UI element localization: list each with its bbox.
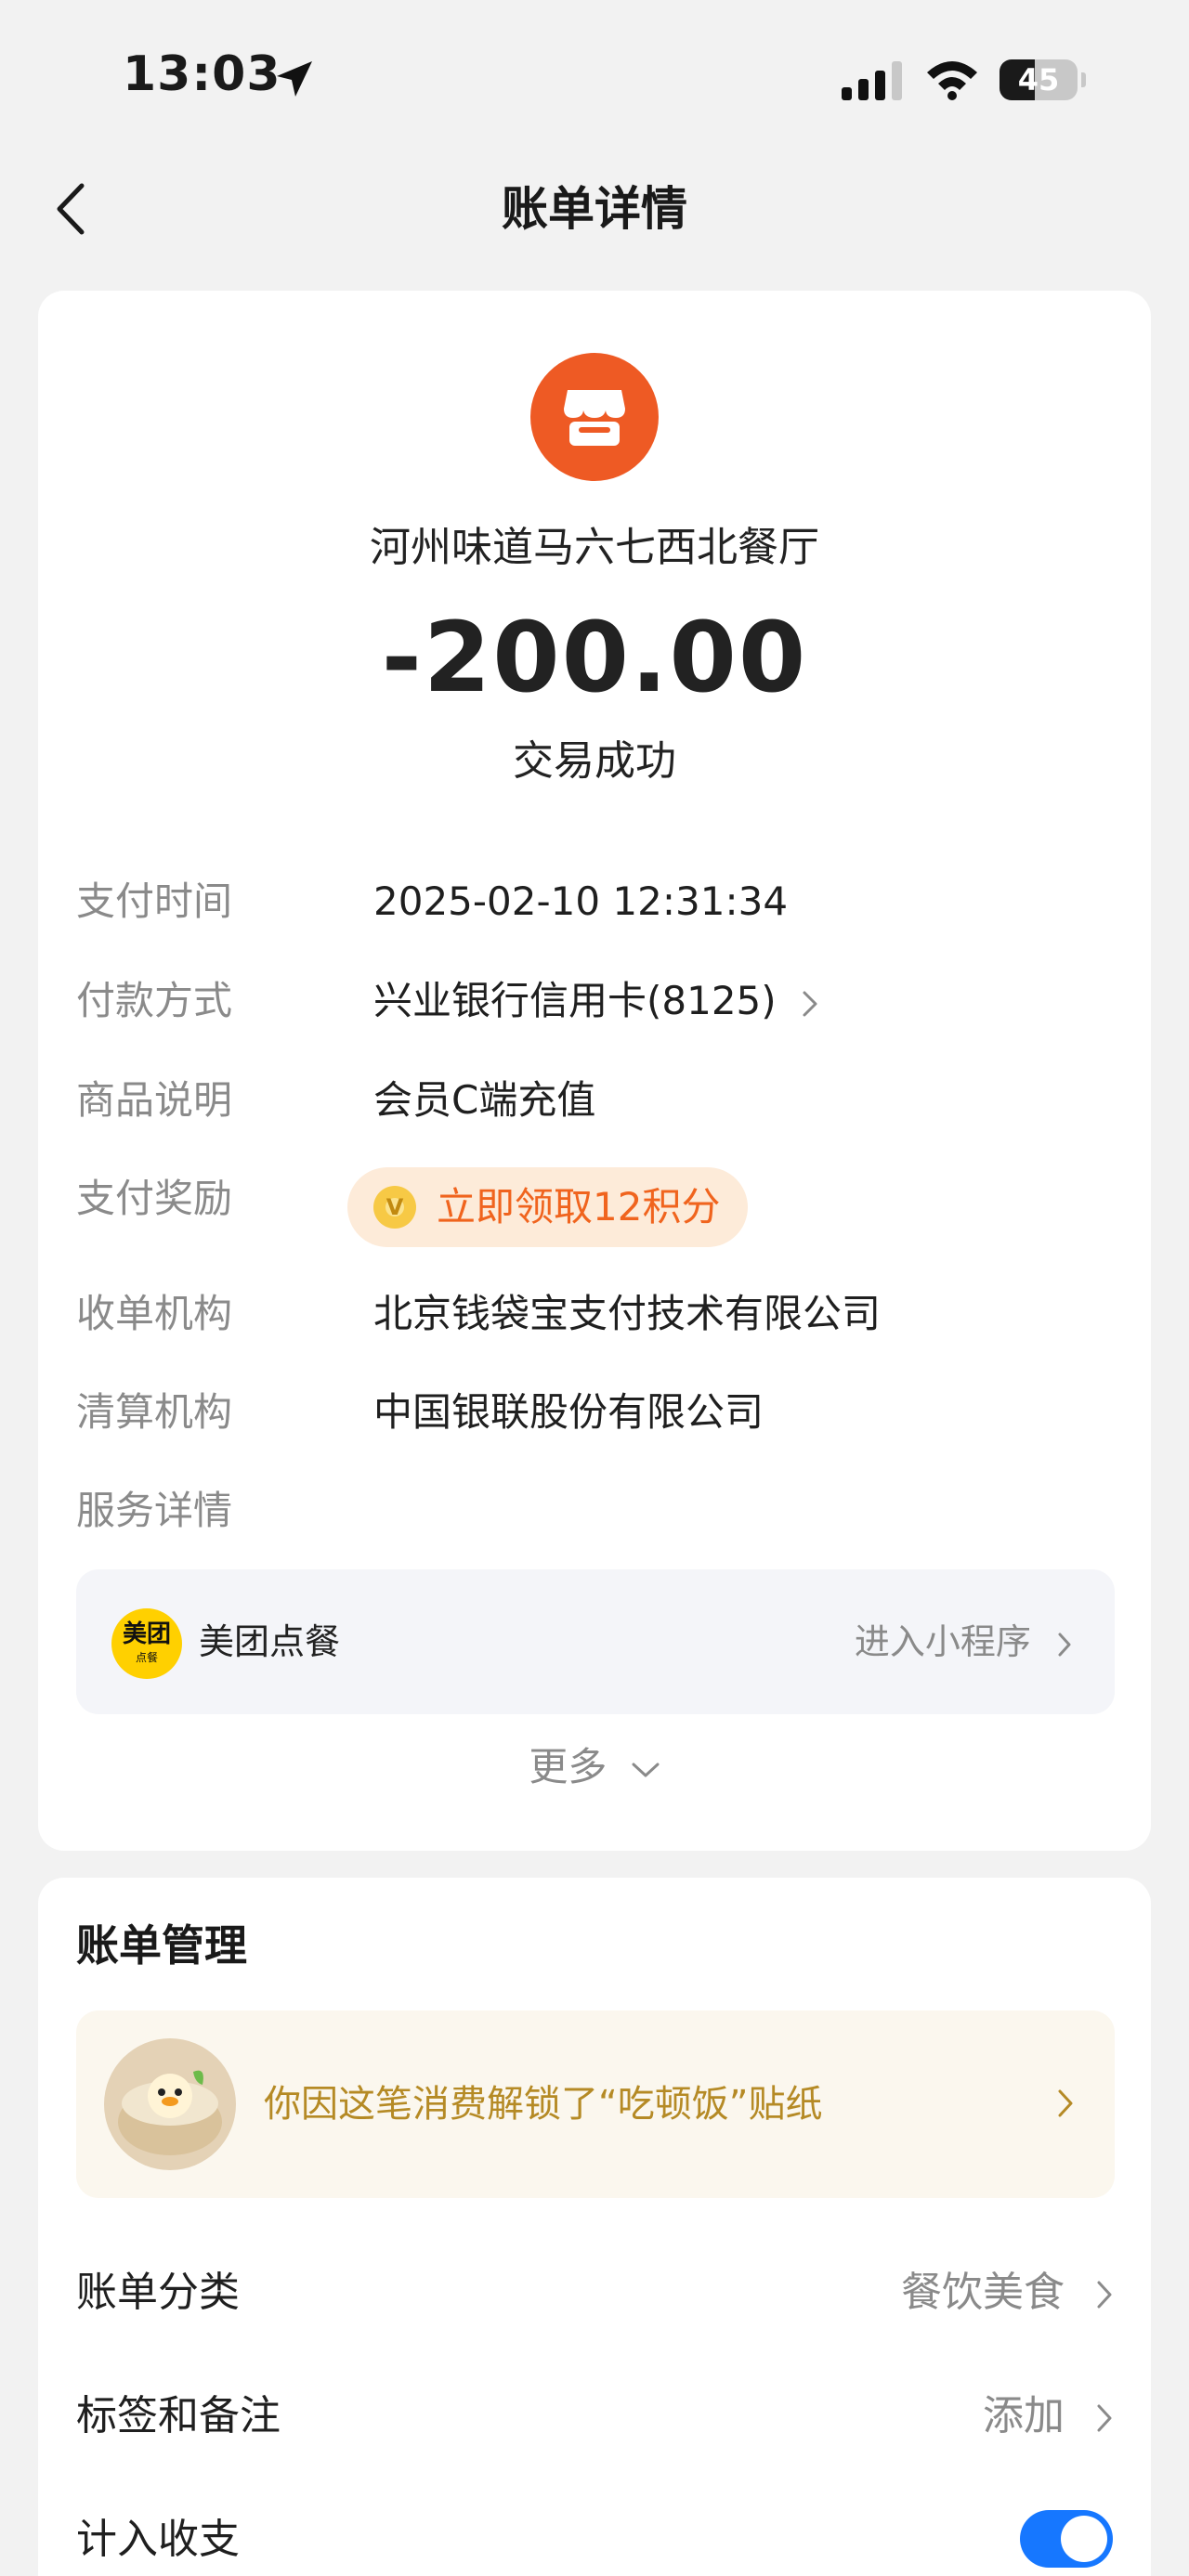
enter-mini-program-link[interactable]: 进入小程序	[855, 1614, 1072, 1670]
pay-time-label: 支付时间	[76, 878, 233, 924]
pay-method-label: 付款方式	[76, 978, 233, 1023]
meal-sticker-icon	[104, 2038, 236, 2170]
pay-time-value: 2025-02-10 12:31:34	[373, 878, 789, 924]
pay-method-link[interactable]: 兴业银行信用卡(8125)	[373, 973, 818, 1029]
signal-icon	[842, 61, 902, 100]
meituan-logo: 美团 点餐	[111, 1608, 182, 1679]
transaction-status: 交易成功	[513, 737, 676, 785]
service-label: 服务详情	[76, 1488, 233, 1533]
clearing-label: 清算机构	[76, 1389, 233, 1435]
count-income-toggle[interactable]	[1020, 2510, 1113, 2568]
chevron-right-icon	[1097, 2281, 1112, 2309]
item-desc-value: 会员C端充值	[373, 1077, 596, 1123]
bill-detail-card: 河州味道马六七西北餐厅 -200.00 交易成功 支付时间 2025-02-10…	[38, 291, 1151, 1851]
category-label: 账单分类	[76, 2269, 240, 2316]
service-name: 美团点餐	[199, 1621, 341, 1662]
toggle-knob	[1061, 2516, 1107, 2562]
category-value: 餐饮美食	[901, 2269, 1065, 2316]
chevron-down-icon	[632, 1763, 660, 1776]
bill-amount: -200.00	[381, 601, 808, 714]
chevron-right-icon	[1058, 1633, 1071, 1656]
acquirer-label: 收单机构	[76, 1291, 233, 1336]
chevron-right-icon	[803, 991, 817, 1016]
acquirer-value: 北京钱袋宝支付技术有限公司	[373, 1291, 882, 1336]
tags-label: 标签和备注	[76, 2392, 281, 2439]
location-arrow-icon	[277, 61, 312, 97]
sticker-banner[interactable]: 你因这笔消费解锁了“吃顿饭”贴纸	[76, 2010, 1115, 2198]
pay-method-value: 兴业银行信用卡(8125)	[373, 978, 777, 1023]
bill-management-card: 账单管理 你因这笔消费解锁了“吃顿饭”贴纸 账单分类 餐饮美食 标签和备注 添加	[38, 1878, 1151, 2576]
more-button[interactable]: 更多	[38, 1739, 1151, 1795]
store-icon	[530, 353, 659, 481]
sticker-message: 你因这笔消费解锁了“吃顿饭”贴纸	[264, 2083, 823, 2126]
battery-percent: 45	[1017, 62, 1060, 98]
item-desc-label: 商品说明	[76, 1077, 233, 1123]
merchant-name: 河州味道马六七西北餐厅	[370, 524, 819, 571]
chevron-left-icon[interactable]	[48, 176, 104, 241]
service-mini-program[interactable]: 美团 点餐 美团点餐 进入小程序	[76, 1569, 1115, 1714]
page-title: 账单详情	[502, 182, 687, 236]
section-title: 账单管理	[76, 1920, 247, 1971]
battery-icon: 45	[1000, 59, 1086, 100]
claim-points-button[interactable]: V 立即领取12积分	[347, 1167, 749, 1247]
status-time: 13:03	[123, 46, 281, 102]
tags-add-button[interactable]: 添加	[983, 2387, 1113, 2446]
status-bar: 13:03 45	[0, 0, 1189, 139]
chevron-right-icon	[1097, 2404, 1112, 2432]
tags-value: 添加	[983, 2392, 1065, 2439]
reward-label: 支付奖励	[76, 1176, 233, 1221]
claim-points-label: 立即领取12积分	[437, 1184, 721, 1229]
category-selector[interactable]: 餐饮美食	[901, 2263, 1113, 2322]
clearing-value: 中国银联股份有限公司	[373, 1389, 764, 1435]
points-coin-icon: V	[373, 1186, 416, 1229]
wifi-icon	[927, 61, 977, 100]
chevron-right-icon	[1058, 2089, 1073, 2117]
